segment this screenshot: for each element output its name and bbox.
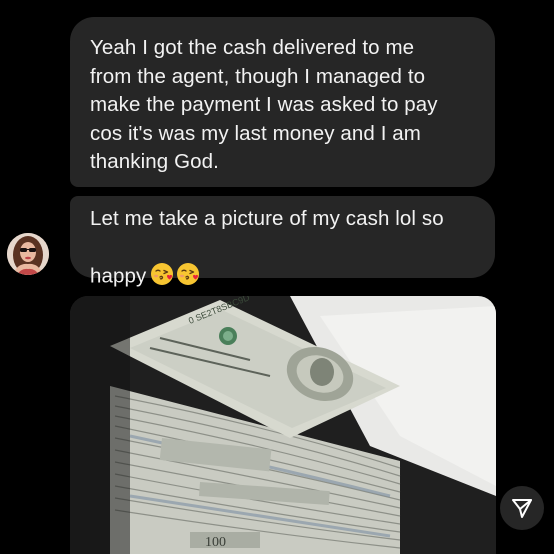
- paper-plane-icon: [512, 499, 532, 518]
- emoji-group: [150, 234, 202, 295]
- avatar[interactable]: [7, 233, 49, 275]
- message-bubble[interactable]: Let me take a picture of my cash lol so …: [70, 196, 495, 287]
- share-button[interactable]: [500, 486, 544, 530]
- message-text: Yeah I got the cash delivered to me from…: [90, 36, 438, 173]
- svg-text:100: 100: [205, 535, 226, 550]
- message-text-content: Let me take a picture of my cash lol so …: [90, 207, 444, 287]
- cash-photo[interactable]: 100 0 SE2T8SBC9D: [70, 296, 496, 554]
- face-blowing-kiss-icon: [151, 263, 174, 285]
- message-text: Let me take a picture of my cash lol so …: [90, 205, 479, 295]
- face-blowing-kiss-icon: [177, 263, 200, 285]
- message-bubble[interactable]: Yeah I got the cash delivered to me from…: [70, 17, 495, 187]
- chat-screen: Yeah I got the cash delivered to me from…: [0, 0, 554, 554]
